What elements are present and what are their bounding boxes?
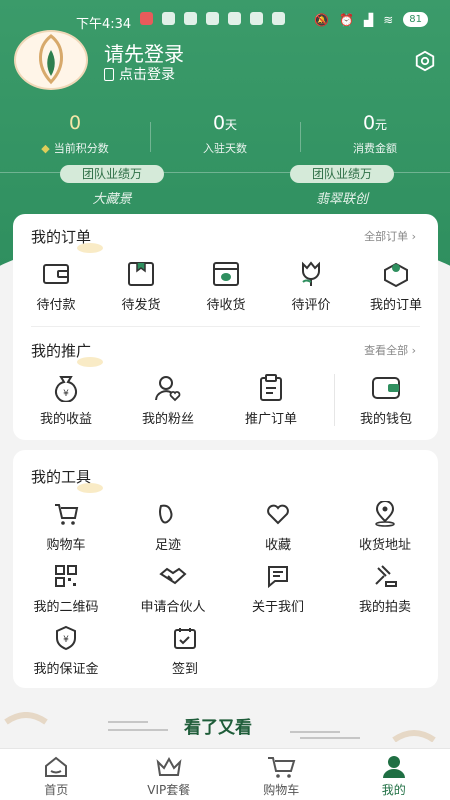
watch-again-section: 看了又看 (0, 712, 450, 742)
cart-icon (51, 500, 81, 528)
stat-label: 入驻天数 (203, 142, 247, 155)
team-name: 翡翠联创 (315, 192, 368, 207)
bottom-tab-bar: 首页 VIP套餐 购物车 我的 (0, 748, 450, 800)
footprint-icon (153, 500, 183, 528)
tab-mine[interactable]: 我的 (338, 749, 450, 800)
tab-vip[interactable]: VIP套餐 (113, 749, 226, 800)
tool-shopping-cart[interactable]: 购物车 (21, 500, 111, 553)
my-fans[interactable]: 我的粉丝 (123, 374, 213, 427)
cart-icon (225, 755, 338, 779)
tool-my-auction[interactable]: 我的拍卖 (340, 562, 430, 615)
order-pending-shipment[interactable]: 待发货 (96, 260, 186, 313)
message-icon (263, 562, 293, 590)
tool-shipping-address[interactable]: 收货地址 (340, 500, 430, 553)
tool-footprint[interactable]: 足迹 (123, 500, 213, 553)
my-orders[interactable]: 我的订单 (351, 260, 441, 313)
order-pending-payment[interactable]: 待付款 (11, 260, 101, 313)
location-icon (370, 500, 400, 528)
promotion-orders[interactable]: 推广订单 (226, 374, 316, 427)
app-notification-icon (162, 12, 175, 25)
app-notification-icon (140, 12, 153, 25)
shield-icon: ¥ (51, 624, 81, 652)
tool-apply-partner[interactable]: 申请合伙人 (128, 562, 218, 615)
gavel-icon (370, 562, 400, 590)
tool-check-in[interactable]: 签到 (140, 624, 230, 677)
order-pending-receipt[interactable]: 待收货 (181, 260, 271, 313)
money-bag-icon: ¥ (51, 374, 81, 402)
home-icon (0, 755, 113, 779)
qr-code-icon (51, 562, 81, 590)
stat-label: 当前积分数 (53, 142, 109, 155)
divider (31, 326, 420, 327)
stat-value: 0元 (362, 112, 388, 134)
divider (334, 374, 335, 426)
my-wallet[interactable]: 我的钱包 (341, 374, 431, 427)
svg-text:¥: ¥ (63, 635, 69, 645)
delivery-icon (211, 260, 241, 288)
app-notification-icon (228, 12, 241, 25)
flower-icon (296, 260, 326, 288)
tool-deposit[interactable]: ¥ 我的保证金 (21, 624, 111, 677)
calendar-check-icon (170, 624, 200, 652)
system-icons: 🔕 ⏰ ▟ ≋ 81 (314, 12, 428, 27)
stat-points[interactable]: 0 ◆ 当前积分数 (0, 112, 150, 164)
team-badge: 团队业绩万 (290, 165, 394, 183)
login-title[interactable]: 请先登录 (104, 38, 184, 67)
stat-value: 0天 (212, 112, 238, 134)
tool-qr-code[interactable]: 我的二维码 (21, 562, 111, 615)
wallet-icon (371, 374, 401, 402)
app-notification-icon (250, 12, 263, 25)
stat-label: 消费金额 (353, 142, 397, 155)
download-icon (206, 12, 219, 25)
diamond-icon: ◆ (41, 141, 50, 155)
team-name: 大藏景 (92, 192, 132, 207)
login-link-label: 点击登录 (119, 67, 175, 83)
package-icon (126, 260, 156, 288)
wifi-icon: ≋ (383, 12, 394, 27)
clipboard-icon (256, 374, 286, 402)
stats-row: 0 ◆ 当前积分数 0天 入驻天数 0元 消费金额 (0, 112, 450, 164)
my-earnings[interactable]: ¥ 我的收益 (21, 374, 111, 427)
app-notification-icon (272, 12, 285, 25)
user-icon (338, 755, 450, 779)
user-heart-icon (153, 374, 183, 402)
wallet-icon (41, 260, 71, 288)
logo-icon (39, 34, 63, 85)
handshake-icon (158, 562, 188, 590)
notification-icons (140, 12, 285, 25)
stat-value: 0 (68, 112, 82, 134)
tool-favorites[interactable]: 收藏 (233, 500, 323, 553)
signal-icon: ▟ (363, 12, 374, 27)
login-link[interactable]: 点击登录 (104, 64, 175, 84)
watch-again-title: 看了又看 (184, 718, 252, 738)
app-notification-icon (184, 12, 197, 25)
tab-cart[interactable]: 购物车 (225, 749, 338, 800)
battery-icon: 81 (403, 12, 428, 27)
alarm-icon: ⏰ (339, 12, 354, 27)
phone-icon (104, 67, 114, 81)
stat-spending[interactable]: 0元 消费金额 (300, 112, 450, 164)
all-orders-link[interactable]: 全部订单 › (364, 228, 416, 244)
settings-icon[interactable] (414, 50, 436, 72)
orders-title: 我的订单 (31, 226, 104, 253)
avatar[interactable] (14, 30, 88, 90)
tools-title: 我的工具 (31, 466, 104, 493)
promotion-title: 我的推广 (31, 340, 104, 367)
status-time: 下午4:34 (76, 17, 132, 32)
tool-about-us[interactable]: 关于我们 (233, 562, 323, 615)
view-all-link[interactable]: 查看全部 › (364, 342, 416, 358)
orders-card: 我的订单 全部订单 › 待付款 待发货 待收货 待评价 我的订单 我的推广 查看… (13, 214, 438, 440)
heart-icon (263, 500, 293, 528)
stat-days[interactable]: 0天 入驻天数 (150, 112, 300, 164)
tab-home[interactable]: 首页 (0, 749, 113, 800)
team-badge: 团队业绩万 (60, 165, 164, 183)
orders-icon (381, 260, 411, 288)
tools-card: 我的工具 购物车 足迹 收藏 收货地址 我的二维码 申请合伙人 关于我们 我的拍… (13, 450, 438, 688)
mute-icon: 🔕 (314, 12, 330, 27)
order-pending-review[interactable]: 待评价 (266, 260, 356, 313)
svg-text:¥: ¥ (63, 389, 69, 399)
crown-icon (113, 755, 226, 779)
